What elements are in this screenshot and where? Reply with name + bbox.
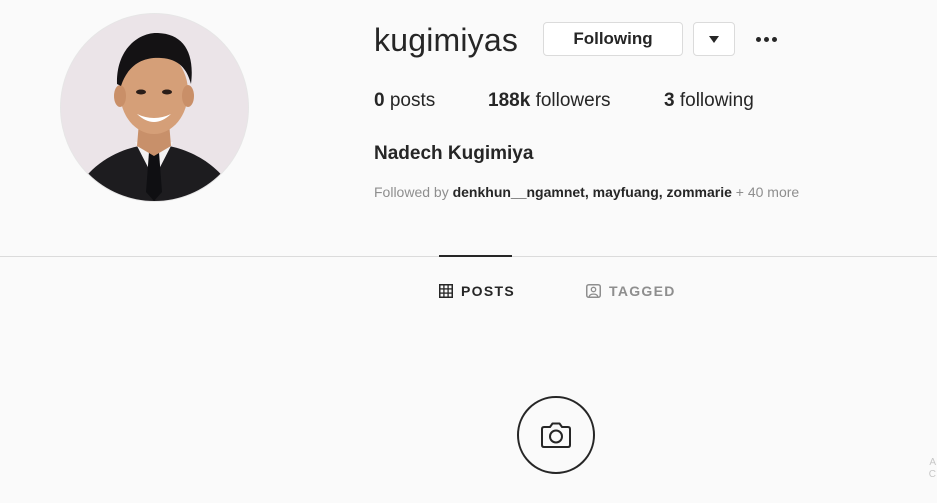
tab-tagged-label: TAGGED: [609, 283, 676, 299]
followed-by[interactable]: Followed by denkhun__ngamnet, mayfuang, …: [374, 182, 799, 202]
username: kugimiyas: [374, 22, 519, 58]
clipped-edge-text: AC: [928, 457, 936, 480]
following-stat[interactable]: 3 following: [664, 88, 754, 114]
tab-posts[interactable]: POSTS: [439, 281, 515, 301]
posts-count: 0: [374, 90, 385, 111]
camera-icon: [541, 422, 571, 448]
posts-label: posts: [389, 90, 436, 111]
following-label: following: [679, 90, 754, 111]
tagged-icon: [586, 284, 601, 298]
followers-label: followers: [535, 90, 611, 111]
more-horizontal-icon: [755, 36, 777, 42]
following-button[interactable]: Following: [543, 22, 683, 56]
grid-icon: [439, 284, 453, 298]
avatar-photo: [61, 14, 248, 201]
profile-header: kugimiyas Following 0 posts 188k followe…: [0, 0, 937, 256]
mutual-user: denkhun__ngamnet: [452, 184, 585, 200]
followers-count: 188k: [488, 90, 531, 111]
more-options-button[interactable]: [752, 28, 780, 50]
caret-down-icon: [709, 35, 719, 43]
suggestions-dropdown-button[interactable]: [693, 22, 735, 56]
avatar[interactable]: [61, 14, 248, 201]
followed-by-prefix: Followed by: [374, 184, 449, 200]
posts-stat: 0 posts: [374, 88, 435, 114]
empty-state-camera: [517, 396, 595, 474]
tab-tagged[interactable]: TAGGED: [586, 281, 676, 301]
followed-by-more: + 40 more: [735, 184, 800, 200]
followers-stat[interactable]: 188k followers: [488, 88, 611, 114]
mutual-user: mayfuang: [592, 184, 659, 200]
active-tab-indicator: [439, 255, 512, 257]
following-count: 3: [664, 90, 675, 111]
tab-posts-label: POSTS: [461, 283, 515, 299]
mutual-user: zommarie: [666, 184, 732, 200]
full-name: Nadech Kugimiya: [374, 143, 534, 164]
